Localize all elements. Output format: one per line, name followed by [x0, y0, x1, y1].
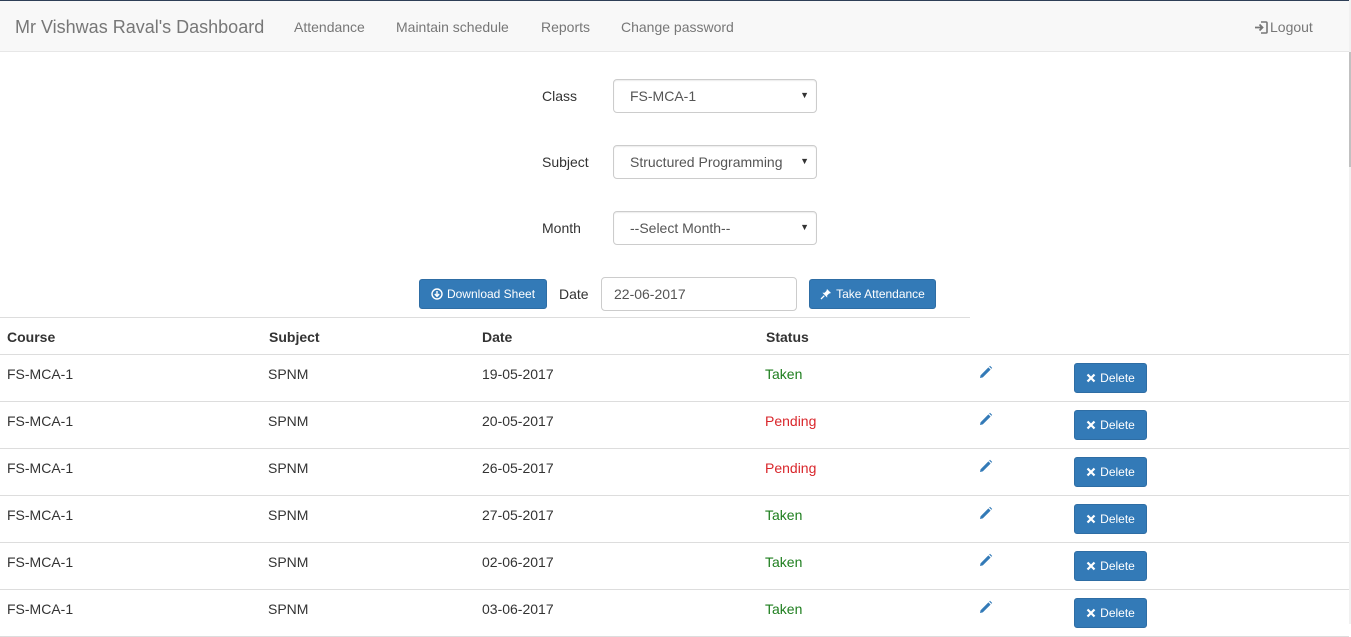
navbar: Mr Vishwas Raval's Dashboard Attendance … [0, 0, 1349, 52]
chevron-down-icon: ▼ [800, 222, 809, 232]
nav-change-password[interactable]: Change password [621, 19, 734, 35]
month-label: Month [542, 220, 581, 236]
month-select-value: --Select Month-- [630, 220, 731, 236]
delete-button[interactable]: Delete [1074, 504, 1147, 534]
row-subject: SPNM [268, 507, 309, 523]
pencil-icon[interactable] [978, 506, 993, 521]
nav-attendance[interactable]: Attendance [294, 19, 365, 35]
delete-label: Delete [1100, 559, 1135, 573]
pencil-icon[interactable] [978, 553, 993, 568]
nav-maintain-schedule[interactable]: Maintain schedule [396, 19, 509, 35]
row-divider [0, 589, 1349, 590]
subject-select[interactable]: Structured Programming ▼ [613, 145, 817, 179]
row-subject: SPNM [268, 413, 309, 429]
row-status: Pending [765, 460, 817, 476]
take-attendance-label: Take Attendance [836, 287, 925, 301]
row-date: 02-06-2017 [482, 554, 554, 570]
row-subject: SPNM [268, 601, 309, 617]
remove-icon [1086, 608, 1096, 618]
row-date: 19-05-2017 [482, 366, 554, 382]
class-label: Class [542, 88, 578, 104]
download-circle-icon [431, 288, 443, 300]
date-label: Date [559, 286, 589, 302]
header-divider [0, 354, 1349, 355]
row-date: 20-05-2017 [482, 413, 554, 429]
row-divider [0, 495, 1349, 496]
subject-select-value: Structured Programming [630, 154, 783, 170]
header-subject: Subject [269, 329, 320, 345]
delete-label: Delete [1100, 465, 1135, 479]
header-status: Status [766, 329, 809, 345]
download-sheet-label: Download Sheet [446, 287, 536, 301]
row-status: Taken [765, 601, 803, 617]
row-status: Taken [765, 366, 803, 382]
row-status: Pending [765, 413, 817, 429]
row-status: Taken [765, 507, 803, 523]
row-divider [0, 448, 1349, 449]
delete-label: Delete [1100, 606, 1135, 620]
remove-icon [1086, 561, 1096, 571]
class-select-value: FS-MCA-1 [630, 88, 697, 104]
pencil-icon[interactable] [978, 459, 993, 474]
logout-label: Logout [1270, 19, 1313, 35]
remove-icon [1086, 373, 1096, 383]
delete-button[interactable]: Delete [1074, 410, 1147, 440]
row-subject: SPNM [268, 366, 309, 382]
row-date: 03-06-2017 [482, 601, 554, 617]
row-course: FS-MCA-1 [7, 601, 74, 617]
take-attendance-button[interactable]: Take Attendance [809, 279, 936, 309]
header-course: Course [7, 329, 56, 345]
logout-link[interactable]: Logout [1254, 19, 1313, 35]
log-in-icon [1255, 21, 1268, 34]
remove-icon [1086, 514, 1096, 524]
row-divider [0, 542, 1349, 543]
row-course: FS-MCA-1 [7, 460, 74, 476]
delete-label: Delete [1100, 371, 1135, 385]
chevron-down-icon: ▼ [800, 156, 809, 166]
row-status: Taken [765, 554, 803, 570]
brand-title[interactable]: Mr Vishwas Raval's Dashboard [15, 17, 264, 38]
download-sheet-button[interactable]: Download Sheet [419, 279, 547, 309]
class-select[interactable]: FS-MCA-1 ▼ [613, 79, 817, 113]
pencil-icon[interactable] [978, 600, 993, 615]
chevron-down-icon: ▼ [800, 90, 809, 100]
row-course: FS-MCA-1 [7, 366, 74, 382]
pencil-icon[interactable] [978, 365, 993, 380]
row-date: 26-05-2017 [482, 460, 554, 476]
row-subject: SPNM [268, 460, 309, 476]
pencil-icon[interactable] [978, 412, 993, 427]
row-course: FS-MCA-1 [7, 554, 74, 570]
remove-icon [1086, 420, 1096, 430]
delete-label: Delete [1100, 418, 1135, 432]
date-input[interactable] [601, 277, 797, 311]
row-subject: SPNM [268, 554, 309, 570]
delete-button[interactable]: Delete [1074, 457, 1147, 487]
nav-reports[interactable]: Reports [541, 19, 590, 35]
row-date: 27-05-2017 [482, 507, 554, 523]
row-divider [0, 401, 1349, 402]
delete-button[interactable]: Delete [1074, 551, 1147, 581]
delete-label: Delete [1100, 512, 1135, 526]
row-course: FS-MCA-1 [7, 413, 74, 429]
month-select[interactable]: --Select Month-- ▼ [613, 211, 817, 245]
subject-label: Subject [542, 154, 589, 170]
controls-divider [0, 317, 970, 318]
remove-icon [1086, 467, 1096, 477]
pushpin-icon [820, 289, 832, 300]
header-date: Date [482, 329, 513, 345]
row-course: FS-MCA-1 [7, 507, 74, 523]
delete-button[interactable]: Delete [1074, 363, 1147, 393]
